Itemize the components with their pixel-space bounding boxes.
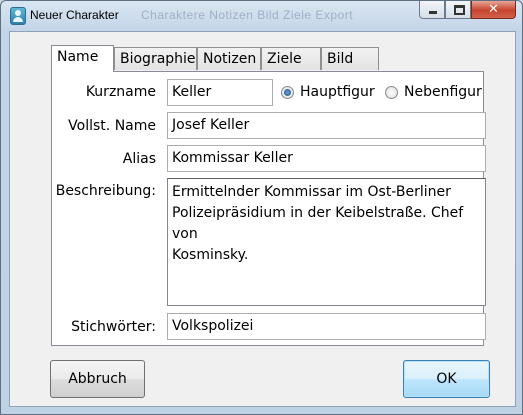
beschreibung-label: Beschreibung: bbox=[55, 183, 156, 199]
stichwoerter-input[interactable]: Volkspolizei bbox=[167, 313, 486, 340]
minimize-icon bbox=[429, 11, 437, 14]
maximize-icon bbox=[454, 5, 465, 15]
tab-label: Notizen bbox=[203, 51, 257, 67]
beschreibung-line: Kosminsky. bbox=[172, 247, 249, 263]
tab-biographie[interactable]: Biographie bbox=[114, 47, 197, 70]
window-title: Neuer Charakter bbox=[30, 8, 119, 22]
kurzname-label: Kurzname bbox=[85, 84, 156, 100]
close-icon: ✕ bbox=[488, 2, 499, 17]
nebenfigur-label[interactable]: Nebenfigur bbox=[404, 84, 482, 100]
stichwoerter-label: Stichwörter: bbox=[71, 319, 156, 335]
tab-label: Ziele bbox=[267, 51, 302, 67]
person-icon bbox=[10, 7, 26, 25]
tab-panel-name: Kurzname Keller Hauptfigur Nebenfigur Vo… bbox=[51, 71, 486, 346]
tab-label: Name bbox=[57, 49, 99, 65]
tab-notizen[interactable]: Notizen bbox=[197, 47, 261, 70]
window-controls: ✕ bbox=[419, 1, 516, 20]
title-bar[interactable]: Neuer Charakter Charaktere Notizen Bild … bbox=[1, 1, 522, 31]
beschreibung-line: Polizeipräsidium in der Keibelstraße. Ch… bbox=[172, 205, 464, 242]
close-button[interactable]: ✕ bbox=[471, 1, 516, 19]
dialog-window: Neuer Charakter Charaktere Notizen Bild … bbox=[0, 0, 523, 415]
hauptfigur-label[interactable]: Hauptfigur bbox=[300, 84, 375, 100]
dialog-content: Name Biographie Notizen Ziele Bild Kurzn… bbox=[9, 31, 516, 407]
background-window-title: Charaktere Notizen Bild Ziele Export bbox=[141, 8, 354, 22]
maximize-button[interactable] bbox=[445, 1, 471, 19]
kurzname-input[interactable]: Keller bbox=[167, 79, 273, 106]
tab-ziele[interactable]: Ziele bbox=[261, 47, 321, 70]
vollname-input[interactable]: Josef Keller bbox=[167, 112, 486, 139]
cancel-button[interactable]: Abbruch bbox=[50, 360, 145, 398]
tab-label: Biographie bbox=[120, 51, 196, 67]
tab-bild[interactable]: Bild bbox=[321, 47, 379, 70]
alias-label: Alias bbox=[122, 151, 156, 167]
minimize-button[interactable] bbox=[419, 1, 445, 19]
beschreibung-textarea[interactable]: Ermittelnder Kommissar im Ost-Berliner P… bbox=[167, 178, 486, 306]
tab-label: Bild bbox=[327, 51, 354, 67]
vollname-label: Vollst. Name bbox=[68, 118, 156, 134]
tab-name[interactable]: Name bbox=[51, 45, 114, 72]
alias-input[interactable]: Kommissar Keller bbox=[167, 145, 486, 172]
nebenfigur-radio[interactable] bbox=[385, 86, 398, 99]
beschreibung-line: Ermittelnder Kommissar im Ost-Berliner bbox=[172, 184, 451, 200]
ok-button[interactable]: OK bbox=[403, 360, 490, 398]
hauptfigur-radio[interactable] bbox=[281, 86, 294, 99]
